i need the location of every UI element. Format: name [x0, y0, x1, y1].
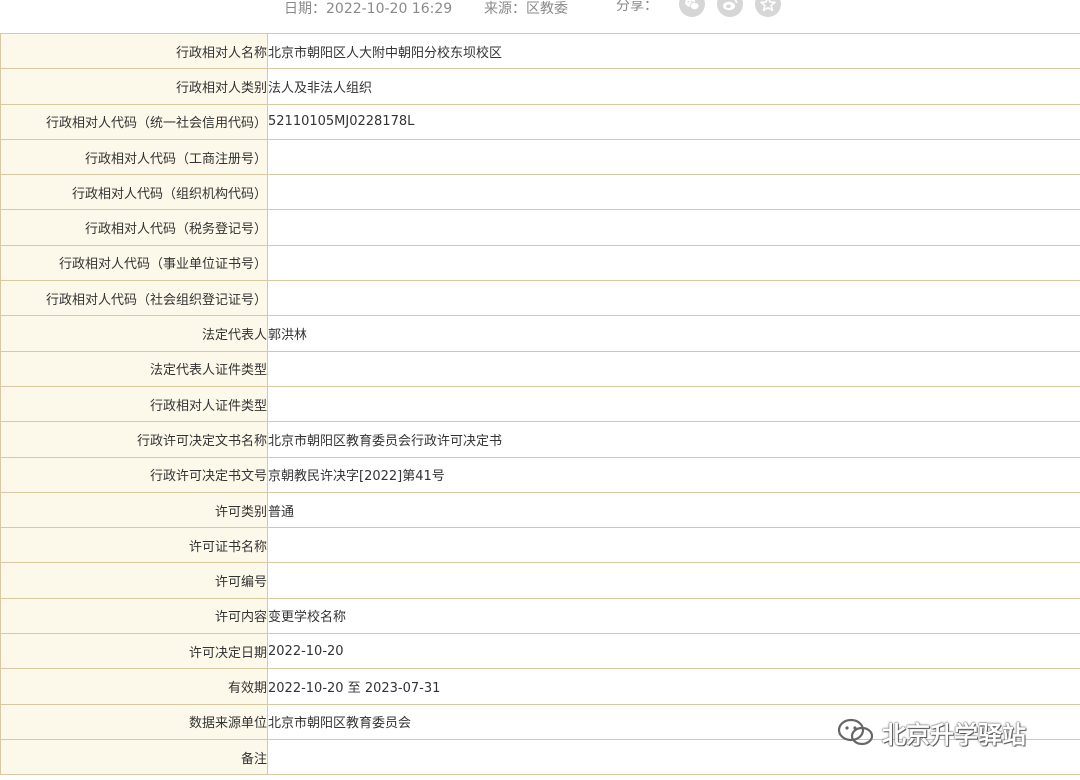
- row-label: 行政相对人代码（社会组织登记证号）: [0, 280, 268, 317]
- row-label: 行政相对人代码（组织机构代码）: [0, 174, 268, 211]
- source-label: 来源：区教委: [484, 1, 568, 17]
- row-value: [267, 138, 1080, 176]
- row-value: [267, 280, 1080, 317]
- row-label: 备注: [0, 738, 268, 776]
- row-label: 许可决定日期: [0, 633, 268, 670]
- row-label: 法定代表人证件类型: [0, 350, 268, 387]
- table-row: 许可类别 普通: [0, 491, 1080, 529]
- table-row: 法定代表人 郭洪林: [0, 315, 1080, 352]
- row-value: 京朝教民许决字[2022]第41号: [267, 456, 1080, 493]
- row-label: 许可内容: [0, 597, 268, 635]
- row-label: 行政相对人名称: [0, 32, 268, 70]
- row-value: 法人及非法人组织: [267, 68, 1080, 105]
- table-row: 许可决定日期 2022-10-20: [0, 633, 1080, 670]
- row-label: 行政相对人代码（统一社会信用代码）: [0, 103, 268, 140]
- row-value: 北京市朝阳区教育委员会行政许可决定书: [267, 421, 1080, 458]
- table-row: 法定代表人证件类型: [0, 350, 1080, 387]
- row-value: [267, 209, 1080, 246]
- row-label: 行政相对人证件类型: [0, 385, 268, 423]
- row-value: 2022-10-20 至 2023-07-31: [267, 668, 1080, 705]
- row-label: 许可类别: [0, 491, 268, 529]
- row-value: 52110105MJ0228178L: [267, 103, 1080, 140]
- row-label: 行政相对人代码（税务登记号）: [0, 209, 268, 246]
- row-label: 行政许可决定文书名称: [0, 421, 268, 458]
- row-value: [267, 350, 1080, 387]
- publish-date: 日期：2022-10-20 16:29: [284, 1, 453, 17]
- table-row: 行政相对人代码（事业单位证书号）: [0, 244, 1080, 282]
- row-label: 行政许可决定书文号: [0, 456, 268, 493]
- table-row: 行政相对人证件类型: [0, 385, 1080, 423]
- row-value: [267, 738, 1080, 776]
- table-row: 行政相对人名称 北京市朝阳区人大附中朝阳分校东坝校区: [0, 32, 1080, 70]
- table-row: 行政相对人代码（社会组织登记证号）: [0, 280, 1080, 317]
- row-label: 许可编号: [0, 562, 268, 599]
- row-label: 有效期: [0, 668, 268, 705]
- table-row: 备注: [0, 738, 1080, 776]
- table-row: 行政相对人代码（工商注册号）: [0, 138, 1080, 176]
- row-value: 变更学校名称: [267, 597, 1080, 635]
- table-row: 数据来源单位 北京市朝阳区教育委员会: [0, 703, 1080, 740]
- table-row: 行政相对人类别 法人及非法人组织: [0, 68, 1080, 105]
- weibo-icon: [723, 0, 738, 11]
- row-value: [267, 562, 1080, 599]
- row-value: 郭洪林: [267, 315, 1080, 352]
- row-value: [267, 244, 1080, 282]
- row-label: 法定代表人: [0, 315, 268, 352]
- row-value: 北京市朝阳区教育委员会: [267, 703, 1080, 740]
- table-row: 行政相对人代码（统一社会信用代码） 52110105MJ0228178L: [0, 103, 1080, 140]
- row-label: 行政相对人代码（事业单位证书号）: [0, 244, 268, 282]
- table-row: 行政相对人代码（税务登记号）: [0, 209, 1080, 246]
- row-value: 2022-10-20: [267, 633, 1080, 670]
- row-label: 数据来源单位: [0, 703, 268, 740]
- row-value: [267, 527, 1080, 564]
- wechat-icon: [685, 0, 700, 10]
- row-value: 普通: [267, 491, 1080, 529]
- favorite-star-icon: [760, 0, 776, 12]
- permit-info-table: 行政相对人名称 北京市朝阳区人大附中朝阳分校东坝校区 行政相对人类别 法人及非法人组织…: [0, 32, 1080, 776]
- permit-table-body: 行政相对人名称 北京市朝阳区人大附中朝阳分校东坝校区 行政相对人类别 法人及非法人组织…: [0, 32, 1080, 776]
- table-row: 有效期 2022-10-20 至 2023-07-31: [0, 668, 1080, 705]
- row-value: [267, 385, 1080, 423]
- table-row: 许可证书名称: [0, 527, 1080, 564]
- article-meta-bar: 日期：2022-10-20 16:29 来源：区教委 分享：: [0, 0, 1080, 34]
- share-label: 分享：: [616, 0, 658, 14]
- row-value: [267, 174, 1080, 211]
- row-label: 许可证书名称: [0, 527, 268, 564]
- table-row: 行政许可决定书文号 京朝教民许决字[2022]第41号: [0, 456, 1080, 493]
- table-row: 行政相对人代码（组织机构代码）: [0, 174, 1080, 211]
- table-row: 行政许可决定文书名称 北京市朝阳区教育委员会行政许可决定书: [0, 421, 1080, 458]
- table-row: 许可编号: [0, 562, 1080, 599]
- row-label: 行政相对人代码（工商注册号）: [0, 138, 268, 176]
- table-row: 许可内容 变更学校名称: [0, 597, 1080, 635]
- row-value: 北京市朝阳区人大附中朝阳分校东坝校区: [267, 32, 1080, 70]
- row-label: 行政相对人类别: [0, 68, 268, 105]
